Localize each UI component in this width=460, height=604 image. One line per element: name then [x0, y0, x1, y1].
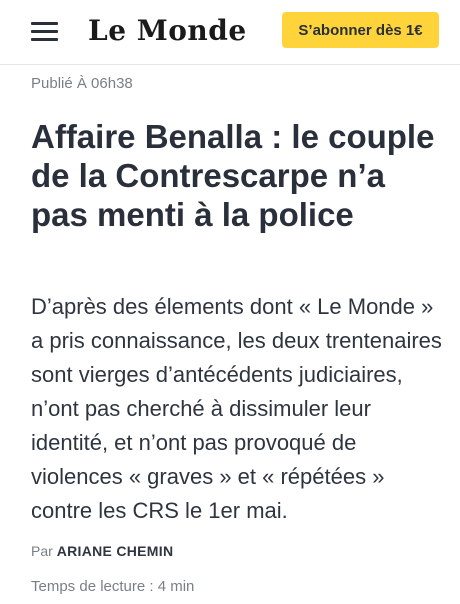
reading-time: Temps de lecture : 4 min [31, 578, 195, 595]
author-link[interactable]: ARIANE CHEMIN [57, 543, 174, 559]
article-summary: D’après des élements dont « Le Monde » a… [31, 294, 442, 523]
top-header: Le Monde S’abonner dès 1€ [0, 0, 460, 65]
article-headline: Affaire Benalla : le couple de la Contre… [31, 118, 435, 233]
le-monde-logo[interactable]: Le Monde [88, 12, 247, 50]
published-time: Publié À 06h38 [31, 75, 133, 92]
subscribe-button[interactable]: S’abonner dès 1€ [282, 12, 439, 48]
byline-prefix: Par [31, 543, 53, 559]
hamburger-menu-icon[interactable] [31, 20, 59, 42]
byline: Par ARIANE CHEMIN [31, 543, 173, 559]
